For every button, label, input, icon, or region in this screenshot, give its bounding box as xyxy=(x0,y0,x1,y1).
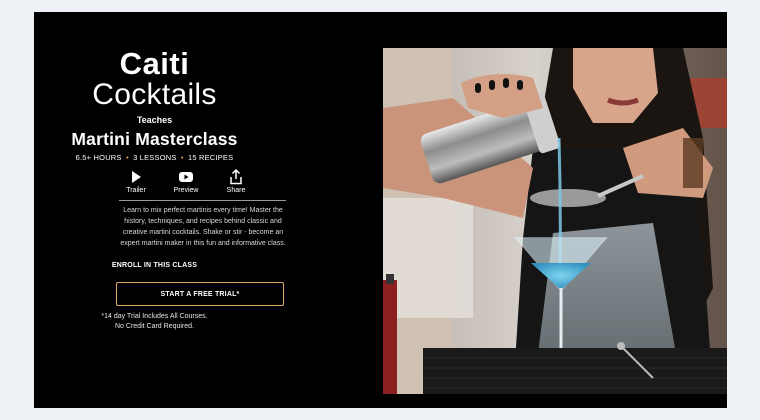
instructor-first-name: Caiti xyxy=(119,46,190,81)
course-title: Martini Masterclass xyxy=(71,129,238,149)
fine-print-line-2: No Credit Card Required. xyxy=(115,323,194,330)
course-hero-panel: Caiti Cocktails Teaches Martini Mastercl… xyxy=(34,12,727,408)
divider xyxy=(119,200,286,201)
enroll-heading: ENROLL IN THIS CLASS xyxy=(111,262,198,269)
preview-label: Preview xyxy=(173,187,199,194)
course-recipes: 15 RECIPES xyxy=(187,153,234,162)
course-description: Learn to mix perfect martinis every time… xyxy=(120,207,286,247)
start-free-trial-button[interactable]: START A FREE TRIAL* xyxy=(116,282,284,306)
share-button[interactable]: Share xyxy=(216,169,256,194)
trial-fine-print: *14 day Trial Includes All Courses. No C… xyxy=(34,312,275,332)
teaches-label: Teaches xyxy=(136,115,173,125)
trailer-button[interactable]: Trailer xyxy=(116,169,156,194)
share-label: Share xyxy=(226,187,246,194)
course-info-column: Caiti Cocktails Teaches Martini Mastercl… xyxy=(34,12,286,408)
course-meta: 6.5+ HOURS • 3 LESSONS • 15 RECIPES xyxy=(34,153,275,162)
course-hours: 6.5+ HOURS xyxy=(75,153,122,162)
meta-separator-dot: • xyxy=(180,153,184,162)
course-lessons: 3 LESSONS xyxy=(133,153,177,162)
meta-separator-dot: • xyxy=(125,153,129,162)
action-buttons: Trailer Preview Share xyxy=(116,169,256,194)
play-icon xyxy=(132,171,141,183)
bartender-pouring-martini-image xyxy=(383,48,727,394)
fine-print-line-1: *14 day Trial Includes All Courses. xyxy=(101,313,208,320)
video-icon xyxy=(179,172,193,182)
share-icon xyxy=(230,169,242,185)
trailer-label: Trailer xyxy=(126,187,146,194)
instructor-last-name: Cocktails xyxy=(92,78,217,111)
preview-button[interactable]: Preview xyxy=(166,169,206,194)
hero-image xyxy=(383,48,727,394)
